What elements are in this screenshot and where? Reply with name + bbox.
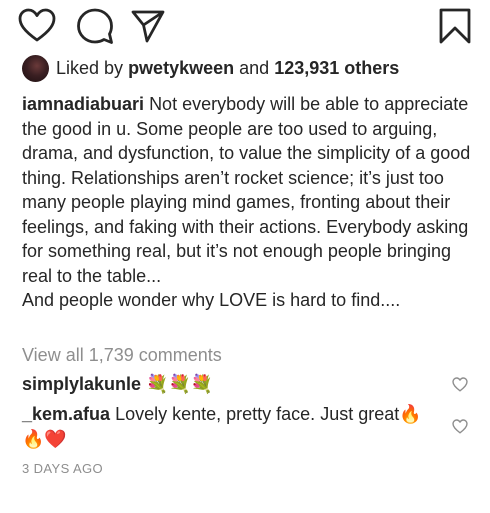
caption-username[interactable]: iamnadiabuari: [22, 94, 144, 114]
caption-text: Not everybody will be able to appreciate…: [22, 94, 471, 286]
comment-bubble-icon[interactable]: [76, 7, 114, 45]
comment-username[interactable]: _kem.afua: [22, 404, 110, 424]
paper-plane-icon[interactable]: [130, 8, 166, 44]
likes-connector: and: [239, 57, 270, 78]
likes-summary: Liked by pwetykween and 123,931 others: [22, 53, 399, 83]
comment-like-heart-icon[interactable]: [452, 419, 468, 439]
bookmark-icon[interactable]: [438, 8, 472, 44]
view-all-comments-link[interactable]: View all 1,739 comments: [22, 343, 222, 367]
likes-count-link[interactable]: 123,931 others: [274, 58, 399, 79]
heart-outline-icon[interactable]: [18, 7, 56, 45]
comment-item: _kem.afua Lovely kente, pretty face. Jus…: [22, 402, 442, 451]
caption-second-line: And people wonder why LOVE is hard to fi…: [22, 290, 401, 310]
post-timestamp: 3 DAYS AGO: [22, 461, 104, 476]
comment-like-heart-icon[interactable]: [452, 377, 468, 397]
avatar[interactable]: [22, 54, 49, 82]
liker-username[interactable]: pwetykween: [128, 58, 234, 79]
comment-text: 💐💐💐: [146, 374, 214, 394]
comment-item: simplylakunle 💐💐💐: [22, 372, 442, 397]
likes-prefix: Liked by: [56, 57, 124, 78]
post-caption: iamnadiabuari Not everybody will be able…: [22, 92, 478, 313]
comment-username[interactable]: simplylakunle: [22, 374, 141, 394]
